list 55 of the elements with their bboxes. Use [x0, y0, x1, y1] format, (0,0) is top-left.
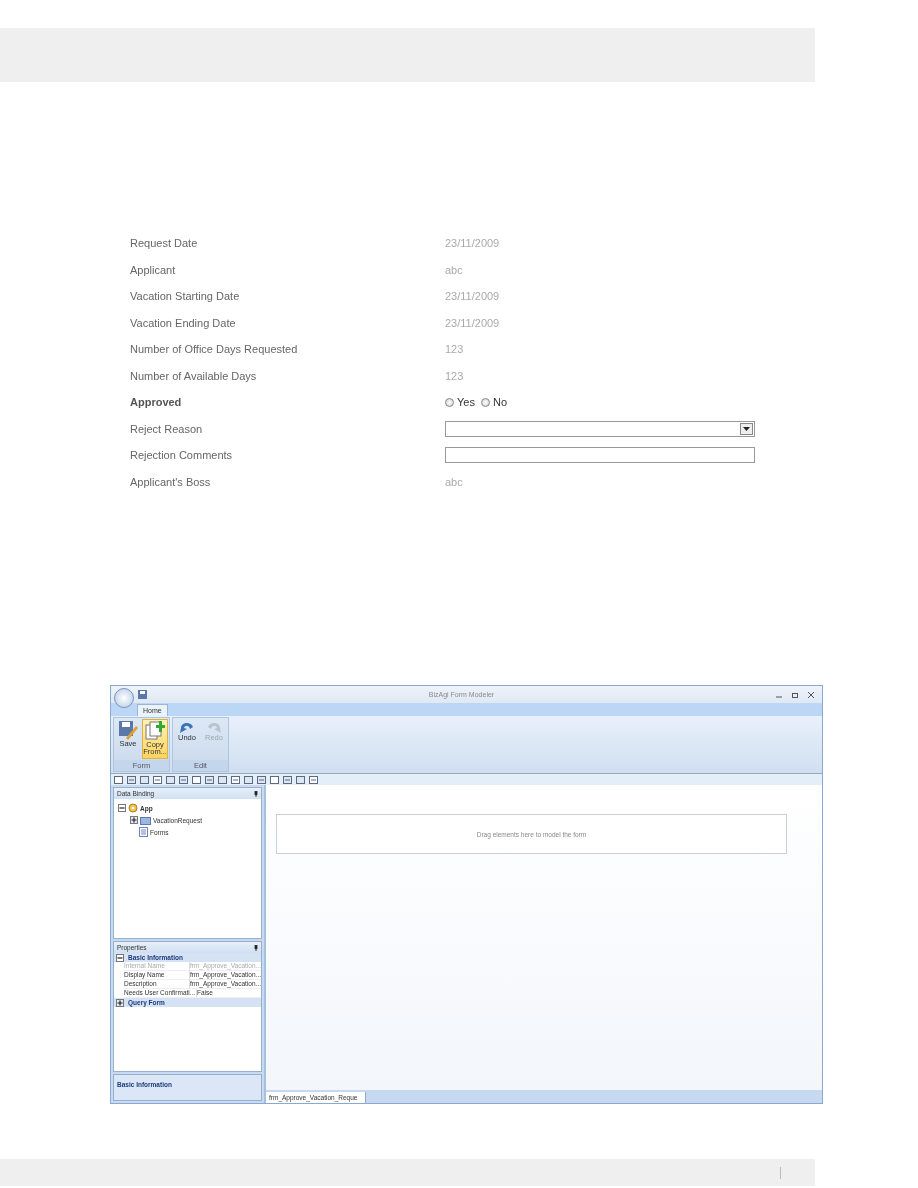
copy-plus-icon: [145, 721, 165, 741]
pin-icon[interactable]: [254, 790, 258, 797]
dropdown-field[interactable]: [445, 420, 755, 437]
toolbar-control-icon[interactable]: [257, 775, 266, 784]
field-label: Applicant: [130, 263, 177, 276]
field-label: Vacation Starting Date: [130, 290, 241, 303]
field-label: Vacation Ending Date: [130, 316, 237, 329]
toolbar-control-icon[interactable]: [140, 775, 149, 784]
floppy-pencil-icon: [118, 720, 138, 740]
expand-icon[interactable]: [116, 998, 124, 1007]
toolbar-control-icon[interactable]: [244, 775, 253, 784]
toolbar-control-icon[interactable]: [153, 775, 162, 784]
input-field[interactable]: [445, 447, 755, 464]
toolbar-control-icon[interactable]: [309, 775, 318, 784]
field-label: Number of Office Days Requested: [130, 343, 299, 356]
radio-option[interactable]: Yes: [445, 396, 475, 409]
restore-icon[interactable]: [792, 691, 798, 698]
save-icon[interactable]: [138, 690, 147, 699]
close-icon[interactable]: [808, 691, 814, 698]
field-value: 123: [445, 369, 464, 382]
redo-icon: [206, 720, 222, 734]
toolbar-control-icon[interactable]: [270, 775, 279, 784]
collapse-icon[interactable]: [116, 953, 124, 962]
dropdown-caret-icon[interactable]: [740, 422, 753, 435]
field-label: Approved: [130, 396, 183, 409]
toolbar-control-icon[interactable]: [127, 775, 136, 784]
gear-icon: [128, 803, 138, 813]
field-value: 123: [445, 343, 464, 356]
field-value: abc: [445, 475, 463, 488]
collapse-icon[interactable]: [118, 804, 126, 812]
toolbar-control-icon[interactable]: [296, 775, 305, 784]
toolbar-control-icon[interactable]: [192, 775, 201, 784]
toolbar-control-icon[interactable]: [218, 775, 227, 784]
field-value: 23/11/2009: [445, 237, 500, 250]
folder-icon: [140, 815, 151, 825]
field-label: Applicant's Boss: [130, 475, 212, 488]
toolbar-control-icon[interactable]: [205, 775, 214, 784]
field-value: 23/11/2009: [445, 316, 500, 329]
form-icon: [139, 827, 148, 837]
field-label: Number of Available Days: [130, 369, 258, 382]
expand-icon[interactable]: [130, 816, 138, 824]
radio-option[interactable]: No: [480, 396, 507, 409]
toolbar-control-icon[interactable]: [114, 775, 123, 784]
field-label: Rejection Comments: [130, 449, 234, 462]
field-label: Request Date: [130, 237, 199, 250]
toolbar-control-icon[interactable]: [231, 775, 240, 784]
undo-icon: [179, 720, 195, 734]
toolbar-control-icon[interactable]: [166, 775, 175, 784]
toolbar-control-icon[interactable]: [179, 775, 188, 784]
toolbar-control-icon[interactable]: [283, 775, 292, 784]
field-value: 23/11/2009: [445, 290, 500, 303]
app-menu-button[interactable]: [114, 687, 134, 708]
pin-icon[interactable]: [254, 944, 258, 951]
field-value: abc: [445, 263, 463, 276]
field-label: Reject Reason: [130, 422, 204, 435]
